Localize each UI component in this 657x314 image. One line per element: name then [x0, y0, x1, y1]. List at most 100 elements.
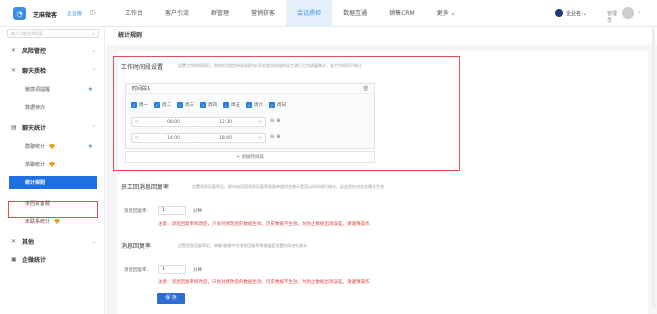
sidebar-group-chat-stats[interactable]: ▤ 聊天统计 ⌃ — [0, 121, 105, 134]
chevron-down-icon[interactable]: ⌄ — [637, 9, 641, 15]
message-rate-hint: 注意：消息回复率修改后，只会对修改后的数据生效，历史数据不生效，为防止数据出现误… — [158, 280, 370, 285]
stats-icon: ▤ — [11, 124, 17, 131]
save-button[interactable]: 保 存 — [157, 293, 185, 304]
sidebar-item-label: 群聊统计 — [25, 144, 46, 150]
sidebar-item-label: 统计规则 — [25, 180, 46, 186]
sidebar-search-input[interactable]: 输入功能名称搜索 ⌕ — [7, 29, 99, 38]
checkbox-checked-icon: ✓ — [131, 102, 137, 108]
weekday-checkbox[interactable]: ✓ 周五 — [223, 102, 240, 108]
weekday-checkbox[interactable]: ✓ 周三 — [177, 102, 194, 108]
add-time-period-button[interactable]: + 添加时间段 — [125, 151, 375, 163]
chevron-down-icon: ⌄ — [91, 238, 96, 245]
sidebar-group-chat-quality[interactable]: ✕ 聊天质检 ⌃ — [0, 64, 105, 77]
vip-gem-icon — [54, 219, 61, 224]
sidebar-item-data-todo[interactable]: 数据待办 — [0, 101, 105, 114]
sidebar-item-label: 未联系统计 — [25, 219, 51, 225]
weekday-label: 周四 — [208, 103, 217, 108]
section-message-rate-title: 消息回复率 — [121, 243, 152, 250]
add-circle-icon[interactable]: ⊕ — [276, 134, 280, 140]
clock-icon: ◷ — [135, 135, 139, 141]
sidebar-item-group-stats[interactable]: 群聊统计 ★ — [0, 140, 105, 153]
weekday-label: 周日 — [277, 103, 286, 108]
weekday-checkbox[interactable]: ✓ 周日 — [269, 102, 286, 108]
more-icon: ✕ — [11, 238, 17, 245]
time-range-input[interactable]: ◷ 08:00 - 12:30 ◷ — [131, 117, 266, 127]
user-name: 管理员 — [607, 11, 618, 24]
sidebar-item-label: 单聊统计 — [25, 162, 46, 168]
scrollbar[interactable] — [652, 28, 655, 308]
sidebar-group-risk[interactable]: ✕ 风险管控 ⌄ — [0, 44, 105, 57]
nav-sales-crm[interactable]: 销售CRM — [378, 0, 426, 27]
start-time[interactable]: 14:00 — [167, 136, 180, 141]
sidebar-group-label: 风险管控 — [22, 48, 47, 55]
nav-more[interactable]: 更多 ⌄ — [426, 0, 467, 27]
time-row-actions: ⊖ ⊕ — [270, 134, 280, 140]
shield-icon: ✕ — [11, 47, 17, 54]
nav-marketing[interactable]: 营销获客 — [240, 0, 286, 27]
avatar[interactable] — [622, 7, 634, 19]
sidebar-item-label: 数据待办 — [25, 105, 46, 111]
chevron-up-icon: ⌃ — [91, 124, 96, 131]
sidebar-group-label: 企微统计 — [22, 257, 47, 264]
message-rate-input[interactable]: 1 — [158, 265, 186, 274]
sidebar: 输入功能名称搜索 ⌕ ✕ 风险管控 ⌄ ✕ 聊天质检 ⌃ 敏感词提醒 ★ 数据待… — [0, 27, 105, 314]
sidebar-item-uncontacted[interactable]: 未联系统计 — [0, 215, 105, 228]
range-separator: - — [196, 119, 198, 125]
brand-tag: 企业版 — [67, 11, 83, 17]
sidebar-item-sensitive-words[interactable]: 敏感词提醒 ★ — [0, 83, 105, 96]
nav-customer-acquisition[interactable]: 客户引流 — [154, 0, 200, 27]
nav-group-management[interactable]: 群管理 — [200, 0, 240, 27]
sidebar-item-unreplied[interactable]: 未回复客服 — [0, 197, 105, 210]
checkbox-checked-icon: ✓ — [223, 102, 229, 108]
sidebar-item-stats-rules[interactable]: 统计规则 — [9, 176, 97, 189]
power-icon[interactable]: ⏻ — [90, 9, 96, 18]
sidebar-group-label: 其他 — [22, 239, 35, 246]
company-icon — [555, 9, 563, 17]
remove-circle-icon[interactable]: ⊖ — [270, 134, 274, 140]
weekday-checkbox[interactable]: ✓ 周一 — [131, 102, 148, 108]
weekday-label: 周五 — [231, 103, 240, 108]
end-time[interactable]: 18:00 — [219, 136, 232, 141]
weekday-label: 周三 — [185, 103, 194, 108]
sidebar-item-label: 敏感词提醒 — [25, 87, 51, 93]
reply-rate-unit: 分钟 — [193, 209, 202, 214]
end-time[interactable]: 12:30 — [219, 120, 232, 125]
checkbox-checked-icon: ✓ — [246, 102, 252, 108]
pin-icon[interactable]: ★ — [88, 86, 93, 93]
add-circle-icon[interactable]: ⊕ — [276, 118, 280, 124]
start-time[interactable]: 08:00 — [167, 120, 180, 125]
message-rate-unit: 分钟 — [193, 268, 202, 273]
company-switcher[interactable]: 企业名 ⌄ — [555, 9, 587, 17]
company-name: 企业名 ⌄ — [566, 10, 587, 17]
weekday-checkbox[interactable]: ✓ 周六 — [246, 102, 263, 108]
brand-name: 芝麻微客 — [33, 12, 58, 19]
sidebar-group-other[interactable]: ✕ 其他 ⌄ — [0, 235, 105, 248]
reply-rate-label: 消息回复率： — [124, 209, 151, 214]
weekday-checkbox[interactable]: ✓ 周二 — [154, 102, 171, 108]
weekday-label: 周六 — [254, 103, 263, 108]
reply-rate-input[interactable]: 1 — [158, 206, 186, 215]
checkbox-checked-icon: ✓ — [269, 102, 275, 108]
weekday-checkbox[interactable]: ✓ 周四 — [200, 102, 217, 108]
weekday-label: 周二 — [162, 103, 171, 108]
vip-gem-icon — [49, 162, 56, 167]
remove-circle-icon[interactable]: ⊖ — [270, 118, 274, 124]
range-separator: - — [196, 135, 198, 141]
sidebar-item-single-stats[interactable]: 单聊统计 — [0, 158, 105, 171]
nav-data-sync[interactable]: 数据互通 — [332, 0, 378, 27]
time-row-actions: ⊖ ⊕ — [270, 118, 280, 124]
sidebar-group-wecom-stats[interactable]: ▣ 企微统计 — [0, 253, 105, 266]
time-range-input[interactable]: ◷ 14:00 - 18:00 ◷ — [131, 133, 266, 143]
checkbox-checked-icon: ✓ — [154, 102, 160, 108]
app-logo-icon[interactable]: ◔ — [13, 7, 26, 20]
chevron-up-icon: ⌃ — [91, 67, 96, 74]
nav-workbench[interactable]: 工作台 — [114, 0, 154, 27]
reply-rate-hint: 注意：消息回复率修改后，只会对修改后的数据生效，历史数据不生效，为防止数据出现误… — [158, 222, 370, 227]
delete-icon[interactable]: 🗑 — [363, 84, 369, 94]
clock-icon: ◷ — [258, 119, 262, 125]
pin-icon[interactable]: ★ — [88, 143, 93, 150]
search-placeholder: 输入功能名称搜索 — [11, 31, 43, 36]
top-bar: ◔ 芝麻微客 企业版 ⏻ 工作台 客户引流 群管理 营销获客 会话质检 数据互通… — [0, 0, 657, 27]
nav-chat-quality[interactable]: 会话质检 — [286, 0, 333, 27]
section-reply-rate-title: 员工回消息回复率 — [121, 184, 170, 191]
